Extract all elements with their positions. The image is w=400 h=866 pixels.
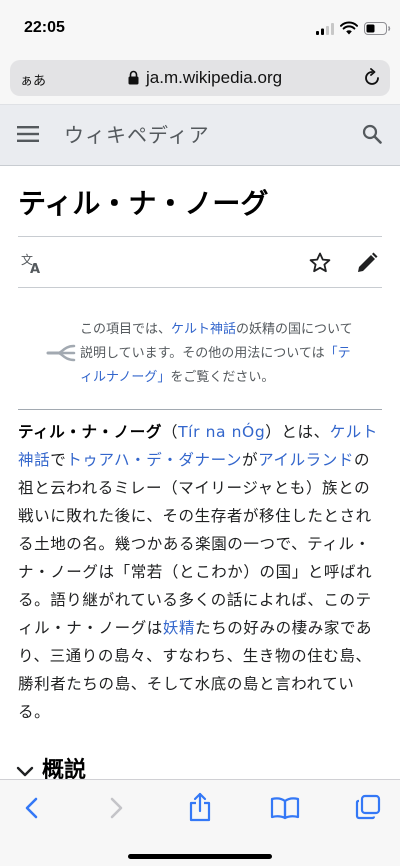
- cellular-signal-icon: [316, 23, 334, 35]
- svg-text:A: A: [30, 262, 40, 275]
- article-text: が: [242, 451, 259, 469]
- translate-icon[interactable]: 文 A: [20, 251, 44, 275]
- page-title: ティル・ナ・ノーグ: [18, 187, 269, 220]
- article-text: ）とは、: [265, 423, 330, 441]
- battery-icon: [364, 22, 391, 35]
- article-paragraph: ティル・ナ・ノーグ（Tír na nÓg）とは、ケルト神話でトゥアハ・デ・ダナー…: [18, 418, 382, 726]
- article-term: ティル・ナ・ノーグ: [18, 423, 162, 441]
- status-time: 22:05: [24, 19, 65, 36]
- url-text[interactable]: ja.m.wikipedia.org: [146, 68, 282, 88]
- search-icon[interactable]: [362, 124, 382, 144]
- hatnote-link-celtic-mythology[interactable]: ケルト神話: [171, 322, 236, 337]
- article-text: の祖と云われるミレー（マイリージャとも）族との戦いに敗れた後に、その生存者が移住…: [18, 451, 373, 637]
- disambiguation-icon: [46, 344, 76, 362]
- browser-address-area: ぁあ ja.m.wikipedia.org: [0, 54, 400, 104]
- chevron-down-icon[interactable]: [16, 765, 34, 779]
- pencil-icon[interactable]: [355, 251, 379, 275]
- browser-toolbar: [0, 779, 400, 866]
- lock-icon: [128, 70, 139, 85]
- reload-icon[interactable]: [362, 68, 382, 88]
- hatnote: この項目では、ケルト神話の妖精の国について説明しています。その他の用法については…: [80, 318, 360, 390]
- hamburger-menu-icon[interactable]: [17, 125, 39, 143]
- link-irish-name[interactable]: Tír na nÓg: [178, 423, 265, 441]
- hatnote-text: をご覧ください。: [170, 370, 275, 385]
- link-ireland[interactable]: アイルランド: [258, 451, 354, 469]
- article-text: で: [50, 451, 67, 469]
- hatnote-divider: [18, 409, 382, 410]
- link-fairy[interactable]: 妖精: [163, 619, 195, 637]
- wifi-icon: [340, 21, 358, 35]
- tabs-icon[interactable]: [355, 794, 381, 820]
- link-tuatha-de-danann[interactable]: トゥアハ・デ・ダナーン: [66, 451, 242, 469]
- actions-divider: [18, 287, 382, 288]
- star-icon[interactable]: [308, 251, 332, 275]
- title-divider: [18, 236, 382, 237]
- wikipedia-logo[interactable]: ウィキペディア: [64, 119, 210, 148]
- address-bar[interactable]: ぁあ ja.m.wikipedia.org: [10, 60, 390, 96]
- article-text: （: [161, 423, 179, 441]
- share-icon[interactable]: [187, 792, 213, 822]
- chevron-right-icon[interactable]: [106, 796, 126, 820]
- wiki-header: ウィキペディア: [0, 104, 400, 166]
- status-bar: 22:05: [0, 0, 400, 54]
- book-icon[interactable]: [270, 796, 300, 820]
- hatnote-text: この項目では、: [80, 322, 172, 337]
- text-size-button[interactable]: ぁあ: [20, 70, 46, 89]
- home-indicator: [128, 854, 272, 859]
- chevron-left-icon[interactable]: [22, 796, 42, 820]
